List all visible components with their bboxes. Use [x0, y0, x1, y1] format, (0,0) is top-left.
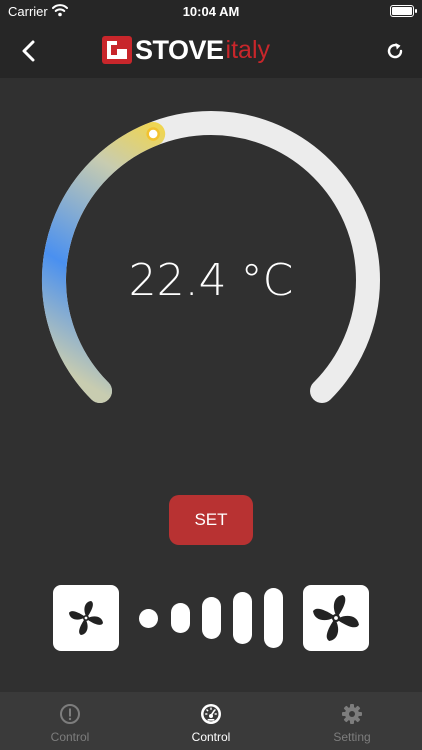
- tab-control[interactable]: Control: [141, 692, 281, 750]
- tab-setting[interactable]: Setting: [282, 692, 422, 750]
- brand-logo: STOVE italy: [102, 34, 270, 66]
- fan-small-icon: [69, 601, 103, 635]
- fan-level-2[interactable]: [171, 603, 190, 633]
- brand-name-sub: italy: [225, 36, 271, 64]
- gear-icon: [342, 704, 362, 724]
- info-icon: [60, 704, 80, 724]
- set-button[interactable]: SET: [169, 495, 253, 545]
- battery-icon: [390, 5, 417, 17]
- brand-mark-icon: [102, 36, 132, 64]
- chevron-left-icon: [22, 40, 35, 62]
- fan-level-4[interactable]: [233, 592, 252, 644]
- gauge-handle[interactable]: [146, 127, 160, 141]
- tab-label: Setting: [333, 730, 371, 744]
- tab-label: Control: [50, 730, 90, 744]
- fan-decrease-button[interactable]: [53, 585, 119, 651]
- fan-large-icon: [313, 595, 359, 641]
- fan-level-3[interactable]: [202, 597, 221, 639]
- fan-level-1[interactable]: [139, 609, 158, 628]
- fan-increase-button[interactable]: [303, 585, 369, 651]
- temperature-gauge[interactable]: [0, 78, 422, 408]
- fan-level-5[interactable]: [264, 588, 283, 648]
- gauge-icon: [201, 704, 221, 724]
- clock: 10:04 AM: [182, 4, 240, 19]
- status-bar: Carrier 10:04 AM: [0, 0, 422, 24]
- brand-name-main: STOVE: [135, 35, 224, 65]
- tab-bar: Control Control Setting: [0, 692, 422, 750]
- battery-fill: [392, 7, 412, 15]
- fan-speed-control: [0, 585, 422, 651]
- temperature-readout: 22.4 °C: [128, 255, 294, 306]
- tab-control-info[interactable]: Control: [0, 692, 140, 750]
- nav-bar: STOVE italy: [0, 24, 422, 78]
- tab-label: Control: [191, 730, 231, 744]
- refresh-icon: [387, 43, 403, 59]
- refresh-button[interactable]: [380, 36, 410, 66]
- back-button[interactable]: [14, 36, 44, 66]
